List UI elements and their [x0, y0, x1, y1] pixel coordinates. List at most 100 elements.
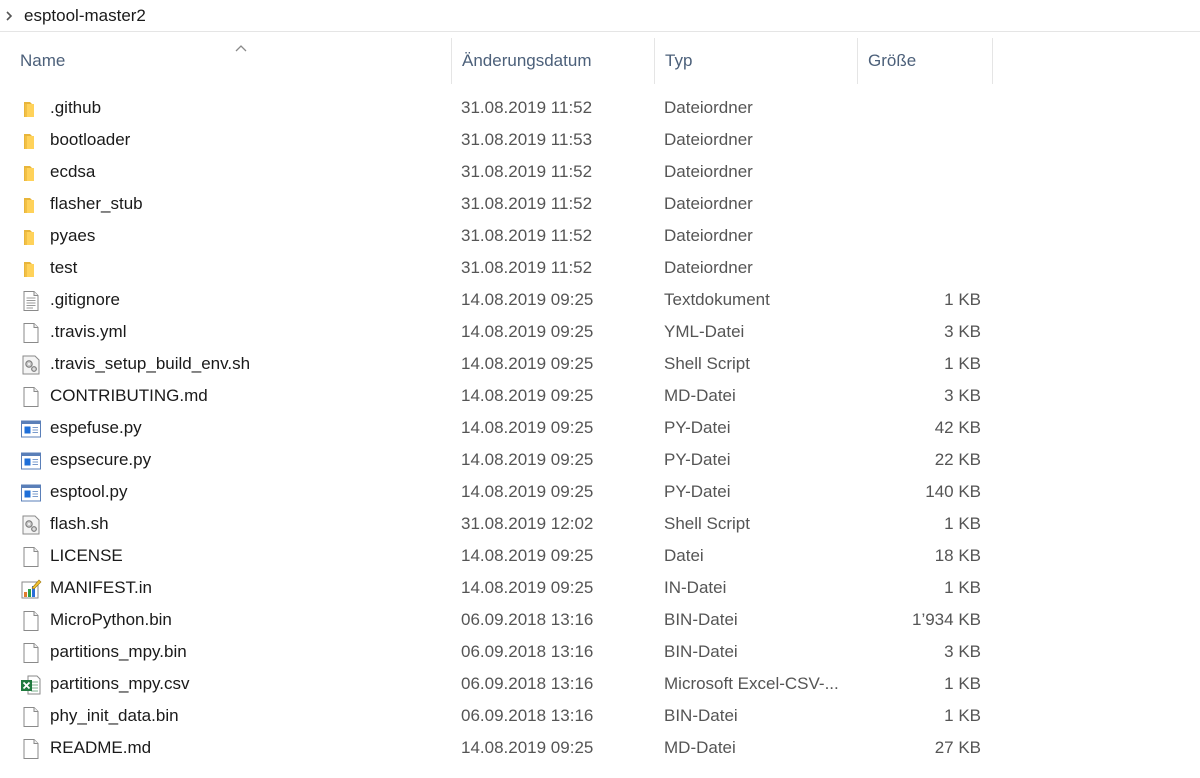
file-icon: [20, 642, 42, 664]
file-row[interactable]: phy_init_data.bin 06.09.2018 13:16 BIN-D…: [0, 700, 1200, 732]
folder-icon: [20, 162, 42, 184]
file-type: MD-Datei: [664, 738, 736, 757]
column-header-name-label: Name: [20, 51, 66, 70]
file-type: PY-Datei: [664, 482, 731, 501]
file-name: README.md: [50, 738, 152, 757]
file-size: 27 KB: [934, 738, 981, 757]
file-row[interactable]: MANIFEST.in 14.08.2019 09:25 IN-Datei 1 …: [0, 572, 1200, 604]
file-name: partitions_mpy.csv: [50, 674, 190, 693]
sort-ascending-icon: [234, 38, 248, 52]
file-name: espefuse.py: [50, 418, 142, 437]
file-explorer-window: esptool-master2 Name Änderungsdatum Typ …: [0, 0, 1200, 778]
excel-csv-icon: [20, 674, 42, 696]
file-date: 31.08.2019 11:52: [461, 194, 593, 213]
file-row[interactable]: partitions_mpy.csv 06.09.2018 13:16 Micr…: [0, 668, 1200, 700]
python-file-icon: [20, 450, 42, 472]
file-date: 06.09.2018 13:16: [461, 642, 594, 661]
file-name: bootloader: [50, 130, 131, 149]
file-row[interactable]: bootloader 31.08.2019 11:53 Dateiordner: [0, 124, 1200, 156]
chevron-right-icon[interactable]: [2, 10, 16, 22]
file-row[interactable]: README.md 14.08.2019 09:25 MD-Datei 27 K…: [0, 732, 1200, 764]
file-date: 31.08.2019 11:52: [461, 98, 593, 117]
breadcrumb-item[interactable]: esptool-master2: [24, 6, 146, 26]
column-header-type[interactable]: Typ: [655, 38, 858, 84]
file-type: PY-Datei: [664, 450, 731, 469]
file-name: .travis_setup_build_env.sh: [50, 354, 251, 373]
file-row[interactable]: MicroPython.bin 06.09.2018 13:16 BIN-Dat…: [0, 604, 1200, 636]
file-date: 14.08.2019 09:25: [461, 450, 594, 469]
file-size: 140 KB: [925, 482, 981, 501]
breadcrumb: esptool-master2: [0, 0, 1200, 32]
column-header-name[interactable]: Name: [10, 38, 452, 84]
file-row[interactable]: flasher_stub 31.08.2019 11:52 Dateiordne…: [0, 188, 1200, 220]
file-date: 14.08.2019 09:25: [461, 546, 594, 565]
file-date: 31.08.2019 11:52: [461, 226, 593, 245]
file-size: 22 KB: [934, 450, 981, 469]
file-row[interactable]: .gitignore 14.08.2019 09:25 Textdokument…: [0, 284, 1200, 316]
file-type: Shell Script: [664, 354, 750, 373]
file-row[interactable]: partitions_mpy.bin 06.09.2018 13:16 BIN-…: [0, 636, 1200, 668]
file-date: 31.08.2019 12:02: [461, 514, 594, 533]
file-icon: [20, 706, 42, 728]
file-size: 3 KB: [944, 322, 981, 341]
column-header-size-label: Größe: [868, 51, 917, 70]
folder-icon: [20, 98, 42, 120]
file-size: 1 KB: [944, 290, 981, 309]
file-size: 18 KB: [934, 546, 981, 565]
file-size: 1’934 KB: [912, 610, 981, 629]
folder-icon: [20, 194, 42, 216]
file-date: 31.08.2019 11:53: [461, 130, 593, 149]
file-row[interactable]: .github 31.08.2019 11:52 Dateiordner: [0, 92, 1200, 124]
column-header-date-label: Änderungsdatum: [462, 51, 592, 70]
file-date: 14.08.2019 09:25: [461, 738, 594, 757]
file-row[interactable]: .travis.yml 14.08.2019 09:25 YML-Datei 3…: [0, 316, 1200, 348]
file-row[interactable]: test 31.08.2019 11:52 Dateiordner: [0, 252, 1200, 284]
column-header-size[interactable]: Größe: [858, 38, 993, 84]
file-row[interactable]: flash.sh 31.08.2019 12:02 Shell Script 1…: [0, 508, 1200, 540]
file-type: Dateiordner: [664, 226, 753, 245]
file-icon: [20, 322, 42, 344]
file-date: 14.08.2019 09:25: [461, 386, 594, 405]
manifest-file-icon: [20, 578, 42, 600]
file-list: .github 31.08.2019 11:52 Dateiordner boo…: [0, 92, 1200, 764]
file-icon: [20, 386, 42, 408]
folder-icon: [20, 226, 42, 248]
file-type: BIN-Datei: [664, 642, 738, 661]
file-name: partitions_mpy.bin: [50, 642, 187, 661]
python-file-icon: [20, 418, 42, 440]
file-row[interactable]: pyaes 31.08.2019 11:52 Dateiordner: [0, 220, 1200, 252]
file-type: Microsoft Excel-CSV-...: [664, 674, 839, 693]
file-size: 1 KB: [944, 706, 981, 725]
file-name: CONTRIBUTING.md: [50, 386, 208, 405]
file-date: 14.08.2019 09:25: [461, 354, 594, 373]
shell-script-icon: [20, 354, 42, 376]
file-type: Dateiordner: [664, 130, 753, 149]
column-header-date[interactable]: Änderungsdatum: [452, 38, 655, 84]
file-row[interactable]: ecdsa 31.08.2019 11:52 Dateiordner: [0, 156, 1200, 188]
file-icon: [20, 610, 42, 632]
file-type: MD-Datei: [664, 386, 736, 405]
file-row[interactable]: esptool.py 14.08.2019 09:25 PY-Datei 140…: [0, 476, 1200, 508]
file-type: BIN-Datei: [664, 610, 738, 629]
file-name: LICENSE: [50, 546, 123, 565]
file-row[interactable]: espsecure.py 14.08.2019 09:25 PY-Datei 2…: [0, 444, 1200, 476]
file-size: 1 KB: [944, 354, 981, 373]
file-name: pyaes: [50, 226, 96, 245]
file-size: 1 KB: [944, 674, 981, 693]
file-name: test: [50, 258, 78, 277]
file-icon: [20, 738, 42, 760]
file-icon: [20, 546, 42, 568]
file-size: 1 KB: [944, 578, 981, 597]
file-row[interactable]: CONTRIBUTING.md 14.08.2019 09:25 MD-Date…: [0, 380, 1200, 412]
file-size: 3 KB: [944, 642, 981, 661]
folder-icon: [20, 130, 42, 152]
file-row[interactable]: .travis_setup_build_env.sh 14.08.2019 09…: [0, 348, 1200, 380]
file-date: 31.08.2019 11:52: [461, 162, 593, 181]
file-row[interactable]: espefuse.py 14.08.2019 09:25 PY-Datei 42…: [0, 412, 1200, 444]
file-type: Shell Script: [664, 514, 750, 533]
file-name: ecdsa: [50, 162, 96, 181]
file-size: 1 KB: [944, 514, 981, 533]
file-date: 31.08.2019 11:52: [461, 258, 593, 277]
column-header-type-label: Typ: [665, 51, 693, 70]
file-row[interactable]: LICENSE 14.08.2019 09:25 Datei 18 KB: [0, 540, 1200, 572]
